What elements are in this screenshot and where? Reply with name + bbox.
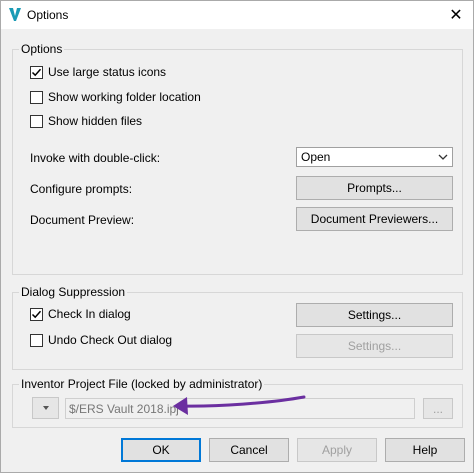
apply-button[interactable]: Apply [297,438,377,462]
cancel-button[interactable]: Cancel [209,438,289,462]
ok-button[interactable]: OK [121,438,201,462]
help-button[interactable]: Help [385,438,465,462]
options-dialog: Options ✕ Options Use large status icons… [0,0,474,473]
annotation-arrow-icon [173,395,306,415]
